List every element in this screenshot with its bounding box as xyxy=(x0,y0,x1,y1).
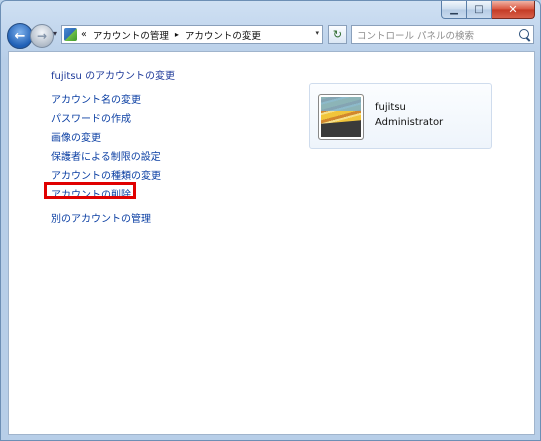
search-input[interactable]: コントロール パネルの検索 xyxy=(351,25,534,44)
breadcrumb-account-management[interactable]: アカウントの管理 xyxy=(93,28,169,42)
user-avatar xyxy=(318,94,364,140)
control-panel-icon xyxy=(64,28,77,41)
content-pane: fujitsu のアカウントの変更 アカウント名の変更 パスワードの作成 画像の… xyxy=(8,51,535,435)
breadcrumb-change-account[interactable]: アカウントの変更 xyxy=(185,28,261,42)
link-create-password[interactable]: パスワードの作成 xyxy=(51,110,131,125)
user-name: fujitsu xyxy=(375,102,406,113)
close-button[interactable]: ✕ xyxy=(492,1,535,19)
recent-pages-icon[interactable]: ▾ xyxy=(53,29,57,38)
breadcrumb-prefix[interactable]: « xyxy=(81,29,87,40)
link-change-account-name[interactable]: アカウント名の変更 xyxy=(51,91,141,106)
link-change-account-type[interactable]: アカウントの種類の変更 xyxy=(51,167,161,182)
control-panel-window: ▁ □ ✕ ← → ▾ « アカウントの管理 ▸ アカウントの変更 ▾ ↻ コン… xyxy=(0,0,541,441)
search-placeholder: コントロール パネルの検索 xyxy=(357,30,475,42)
link-parental-controls[interactable]: 保護者による制限の設定 xyxy=(51,148,161,163)
user-account-card: fujitsu Administrator xyxy=(309,83,492,149)
breadcrumb-separator-icon[interactable]: ▸ xyxy=(175,30,179,39)
user-role: Administrator xyxy=(375,117,444,128)
maximize-button[interactable]: □ xyxy=(467,1,492,19)
address-dropdown-icon[interactable]: ▾ xyxy=(315,29,319,37)
minimize-button[interactable]: ▁ xyxy=(441,1,467,19)
caption-buttons: ▁ □ ✕ xyxy=(441,1,535,19)
highlight-box xyxy=(44,182,136,199)
page-title: fujitsu のアカウントの変更 xyxy=(51,71,176,82)
link-manage-another-account[interactable]: 別のアカウントの管理 xyxy=(51,210,151,225)
address-bar[interactable]: « アカウントの管理 ▸ アカウントの変更 ▾ xyxy=(61,25,323,44)
avatar-image xyxy=(321,97,361,137)
refresh-button[interactable]: ↻ xyxy=(328,25,347,44)
navigation-bar: ← → ▾ « アカウントの管理 ▸ アカウントの変更 ▾ ↻ コントロール パ… xyxy=(1,23,540,49)
forward-button[interactable]: → xyxy=(30,24,54,48)
search-icon[interactable] xyxy=(519,29,529,39)
link-change-picture[interactable]: 画像の変更 xyxy=(51,129,101,144)
